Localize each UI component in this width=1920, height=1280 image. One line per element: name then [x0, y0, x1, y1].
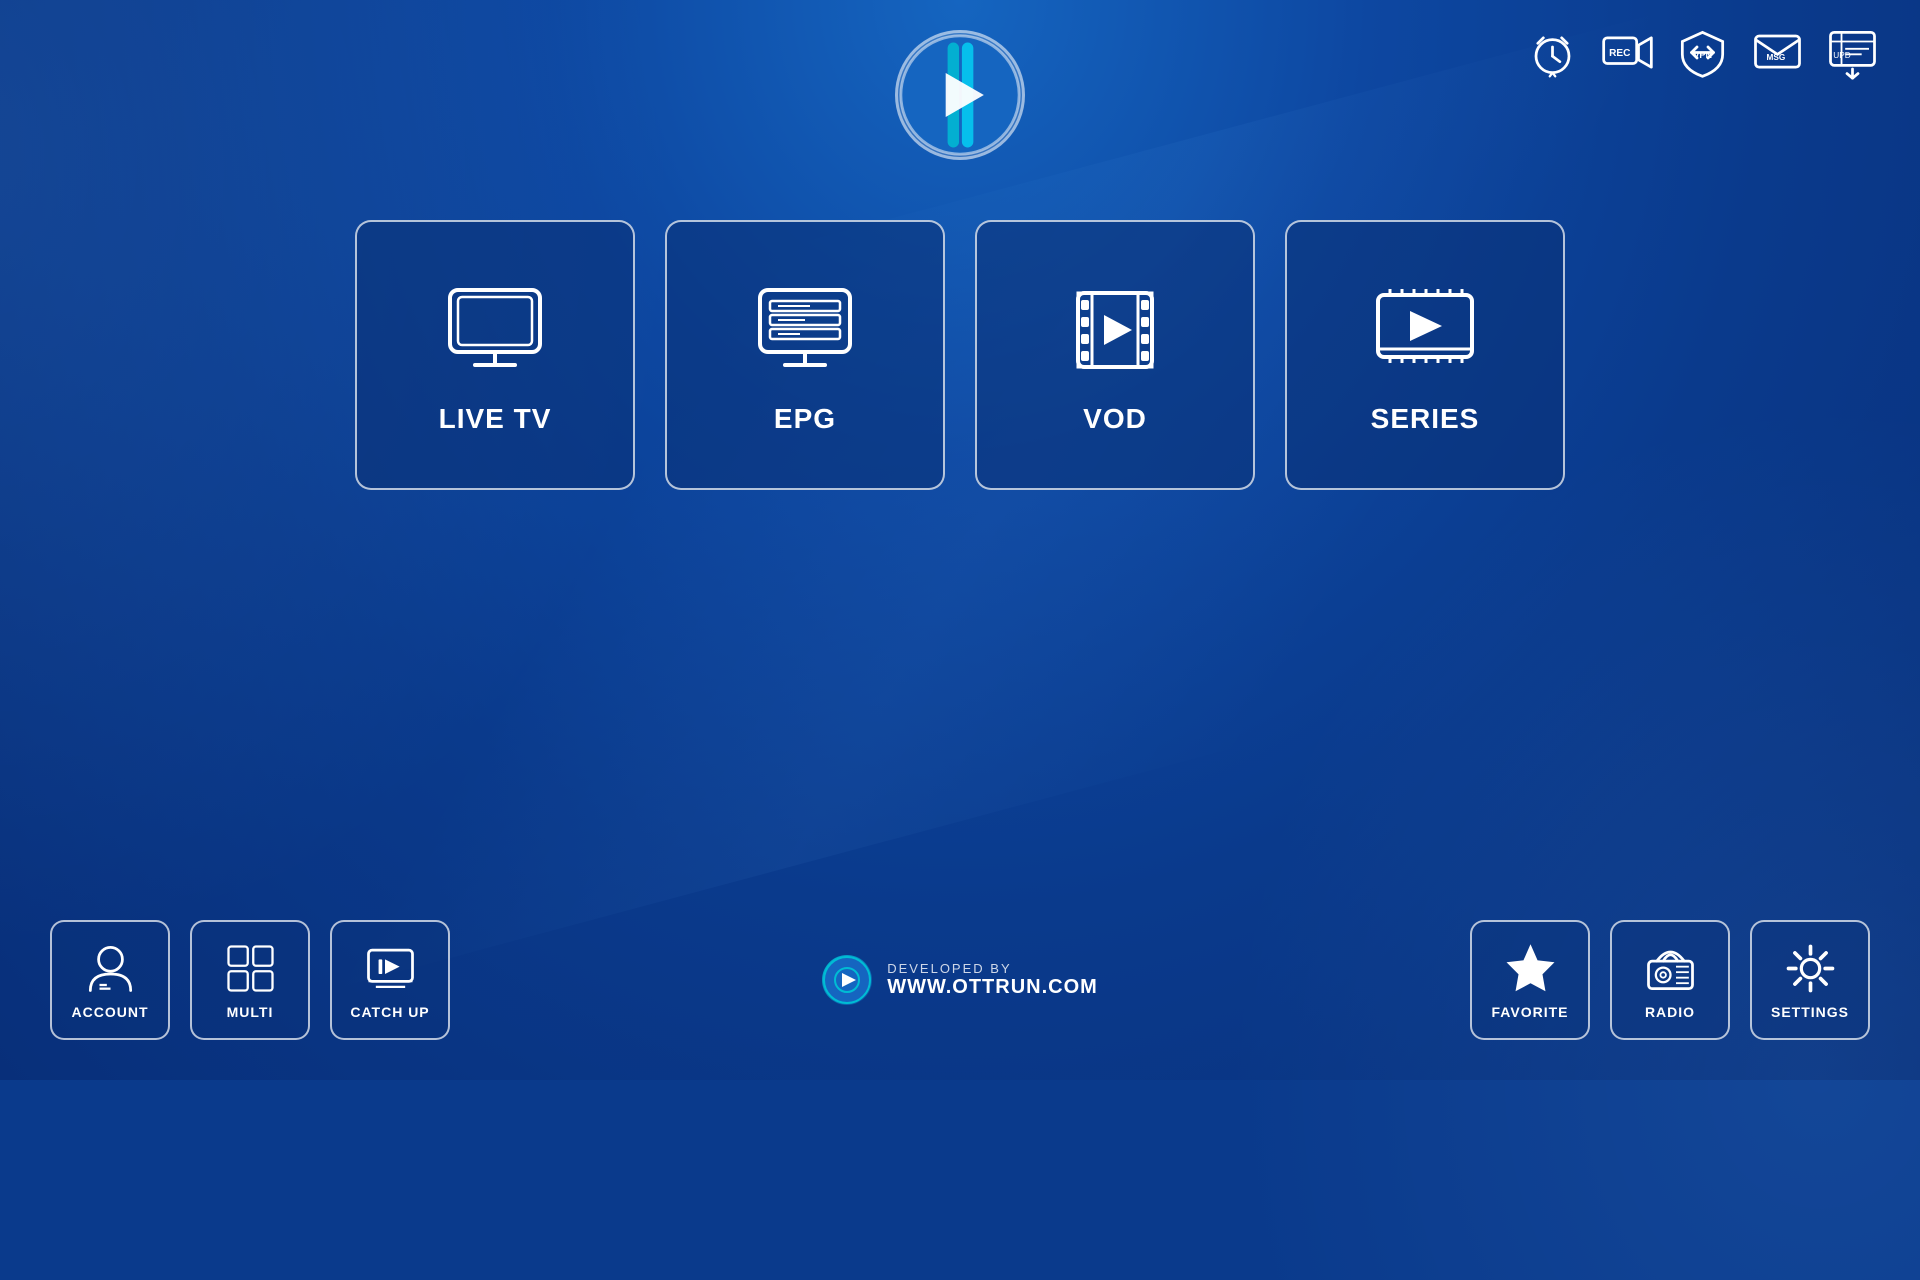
vod-label: VOD — [1083, 403, 1147, 435]
series-icon — [1370, 275, 1480, 385]
alarm-icon-btn[interactable] — [1525, 25, 1580, 80]
update-icon-btn[interactable]: UPD — [1825, 25, 1880, 80]
svg-text:VPN: VPN — [1693, 50, 1712, 60]
vod-card[interactable]: VOD — [975, 220, 1255, 490]
favorite-btn[interactable]: FAVORITE — [1470, 920, 1590, 1040]
multi-icon — [223, 941, 278, 996]
favorite-icon — [1503, 941, 1558, 996]
dev-prefix: DEVELOPED BY — [887, 961, 1098, 976]
catch-up-icon — [363, 941, 418, 996]
vod-icon — [1060, 275, 1170, 385]
account-icon — [83, 941, 138, 996]
dev-url: WWW.OTTRUN.COM — [887, 976, 1098, 999]
svg-text:MSG: MSG — [1767, 53, 1786, 62]
developer-credit: DEVELOPED BY WWW.OTTRUN.COM — [822, 955, 1098, 1005]
epg-label: EPG — [774, 403, 836, 435]
series-label: SERIES — [1371, 403, 1480, 435]
radio-label: RADIO — [1645, 1004, 1695, 1020]
account-btn[interactable]: ACCOUNT — [50, 920, 170, 1040]
epg-card[interactable]: EPG — [665, 220, 945, 490]
radio-btn[interactable]: RADIO — [1610, 920, 1730, 1040]
rec-icon-btn[interactable]: REC — [1600, 25, 1655, 80]
account-label: ACCOUNT — [72, 1004, 149, 1020]
radio-icon — [1643, 941, 1698, 996]
dev-text: DEVELOPED BY WWW.OTTRUN.COM — [887, 961, 1098, 999]
catch-up-btn[interactable]: CATCH UP — [330, 920, 450, 1040]
settings-btn[interactable]: SETTINGS — [1750, 920, 1870, 1040]
live-tv-label: LIVE TV — [439, 403, 552, 435]
msg-icon-btn[interactable]: MSG — [1750, 25, 1805, 80]
top-right-toolbar: REC VPN — [1525, 25, 1880, 80]
live-tv-card[interactable]: LIVE TV — [355, 220, 635, 490]
header: REC VPN — [0, 0, 1920, 160]
catch-up-label: CATCH UP — [350, 1004, 429, 1020]
dev-logo — [822, 955, 872, 1005]
epg-icon — [750, 275, 860, 385]
settings-label: SETTINGS — [1771, 1004, 1849, 1020]
multi-label: MULTI — [227, 1004, 274, 1020]
app-logo — [895, 30, 1025, 160]
svg-text:UPD: UPD — [1833, 51, 1850, 60]
live-tv-icon — [440, 275, 550, 385]
bottom-bar: ACCOUNT MULTI — [0, 920, 1920, 1040]
bottom-right-actions: FAVORITE — [1470, 920, 1870, 1040]
series-card[interactable]: SERIES — [1285, 220, 1565, 490]
bottom-left-actions: ACCOUNT MULTI — [50, 920, 450, 1040]
settings-icon — [1783, 941, 1838, 996]
multi-btn[interactable]: MULTI — [190, 920, 310, 1040]
favorite-label: FAVORITE — [1492, 1004, 1569, 1020]
svg-text:REC: REC — [1609, 48, 1630, 59]
main-navigation-grid: LIVE TV EPG — [355, 220, 1565, 490]
vpn-icon-btn[interactable]: VPN — [1675, 25, 1730, 80]
